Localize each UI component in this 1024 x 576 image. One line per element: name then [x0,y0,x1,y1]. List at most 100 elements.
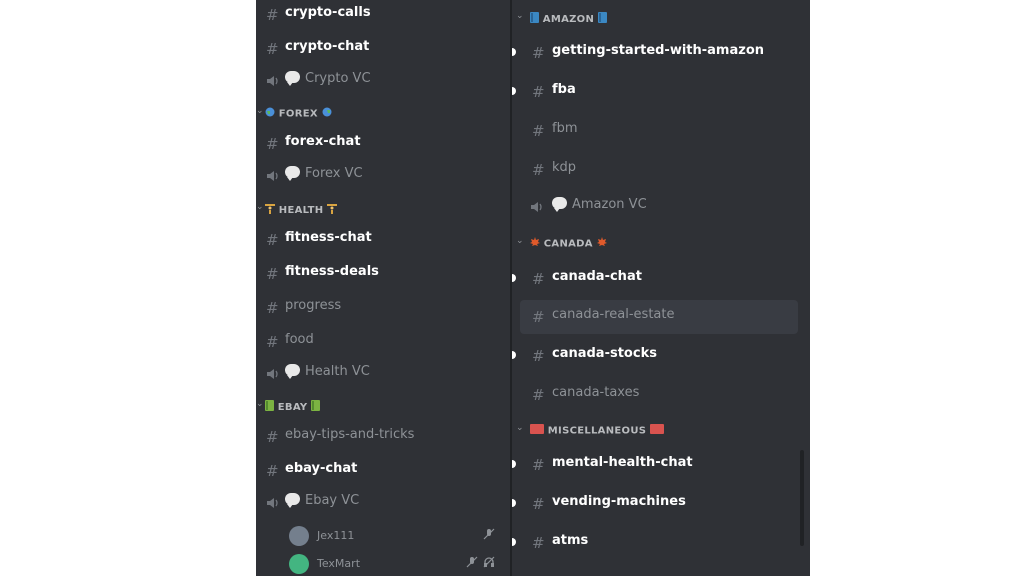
category-amazon[interactable]: ⌄ AMAZON [512,11,810,27]
category-label: FOREX [265,107,332,120]
channel-name: Crypto VC [285,71,371,86]
speaker-icon [530,199,546,218]
category-label: HEALTH [265,203,338,217]
voice-channel-amazon-vc[interactable]: Amazon VC [512,192,810,220]
scrollbar[interactable] [800,450,804,546]
channel-canada-chat[interactable]: # canada-chat [512,264,810,292]
blue-book-icon [597,12,607,26]
category-canada[interactable]: ⌄ CANADA [512,236,810,252]
channel-forex-chat[interactable]: # forex-chat [256,129,511,157]
user-name: TexMart [317,557,361,570]
channel-crypto-chat[interactable]: # crypto-chat [256,34,511,62]
channel-name: canada-chat [552,269,642,284]
voice-channel-label: Health VC [305,364,370,379]
unread-indicator [512,538,516,546]
channel-name: atms [552,533,589,548]
channel-atms[interactable]: # atms [512,528,810,556]
channel-kdp[interactable]: # kdp [512,155,810,183]
channel-name: crypto-chat [285,39,370,54]
channel-canada-taxes[interactable]: # canada-taxes [512,380,810,408]
muted-mic-icon [466,556,478,571]
voice-channel-health-vc[interactable]: Health VC [256,359,511,387]
category-health[interactable]: ⌄ HEALTH [256,202,511,218]
avatar [289,554,309,574]
speaker-icon [266,495,282,514]
channel-name: vending-machines [552,494,686,509]
channel-fbm[interactable]: # fbm [512,116,810,144]
speech-bubble-icon [285,364,300,379]
text-channel-icon: # [532,83,545,101]
text-channel-icon: # [532,270,545,288]
voice-channel-forex-vc[interactable]: Forex VC [256,161,511,189]
channel-fba[interactable]: # fba [512,77,810,105]
voice-channel-label: Amazon VC [572,197,647,212]
channel-list-right: ⌄ AMAZON # getting-started-with-amazon #… [512,0,810,576]
text-channel-icon: # [266,6,279,24]
text-channel-icon: # [532,456,545,474]
channel-name: canada-taxes [552,385,640,400]
unread-indicator [512,460,516,468]
voice-channel-ebay-vc[interactable]: Ebay VC [256,488,511,516]
speaker-icon [266,73,282,92]
channel-food[interactable]: # food [256,327,511,355]
channel-fitness-chat[interactable]: # fitness-chat [256,225,511,253]
text-channel-icon: # [532,44,545,62]
blue-book-icon [530,12,539,26]
unread-indicator [512,351,516,359]
channel-progress[interactable]: # progress [256,293,511,321]
text-channel-icon: # [532,534,545,552]
maple-leaf-icon [596,237,607,250]
voice-user[interactable]: TexMart [256,552,511,576]
channel-name: crypto-calls [285,5,371,20]
channel-name: progress [285,298,342,313]
speech-bubble-icon [285,71,300,86]
category-name: HEALTH [278,205,324,216]
text-channel-icon: # [266,428,279,446]
channel-mental-health-chat[interactable]: # mental-health-chat [512,450,810,478]
green-book-icon [265,400,274,414]
weightlifter-icon [327,203,338,217]
globe-icon [265,107,275,120]
category-forex[interactable]: ⌄ FOREX [256,106,511,122]
unread-indicator [512,87,516,95]
chevron-down-icon: ⌄ [516,236,524,246]
text-channel-icon: # [532,308,545,326]
channel-fitness-deals[interactable]: # fitness-deals [256,259,511,287]
text-channel-icon: # [532,386,545,404]
maple-leaf-icon [530,237,540,250]
text-channel-icon: # [532,347,545,365]
voice-channel-crypto-vc[interactable]: Crypto VC [256,66,511,94]
category-name: AMAZON [542,14,595,25]
category-label: AMAZON [530,12,607,26]
channel-crypto-calls[interactable]: # crypto-calls [256,0,511,28]
channel-name: fitness-chat [285,230,372,245]
text-channel-icon: # [532,495,545,513]
channel-ebay-tips-and-tricks[interactable]: # ebay-tips-and-tricks [256,422,511,450]
speaker-icon [266,366,282,385]
voice-user[interactable]: Jex111 [256,524,511,548]
voice-channel-label: Crypto VC [305,71,371,86]
channel-getting-started-with-amazon[interactable]: # getting-started-with-amazon [512,38,810,66]
category-miscellaneous[interactable]: ⌄ MISCELLANEOUS [512,423,810,439]
channel-name: fba [552,82,576,97]
text-channel-icon: # [266,299,279,317]
channel-vending-machines[interactable]: # vending-machines [512,489,810,517]
category-name: CANADA [543,238,593,250]
category-ebay[interactable]: ⌄ EBAY [256,399,511,415]
text-channel-icon: # [266,462,279,480]
channel-canada-real-estate[interactable]: # canada-real-estate [512,300,810,334]
red-box-icon [530,424,544,437]
category-name: MISCELLANEOUS [547,425,647,437]
category-name: EBAY [277,402,308,413]
channel-name: food [285,332,314,347]
channel-name: mental-health-chat [552,455,693,470]
chevron-down-icon: ⌄ [516,423,524,433]
channel-canada-stocks[interactable]: # canada-stocks [512,341,810,369]
channel-name: fitness-deals [285,264,379,279]
speech-bubble-icon [285,493,300,508]
category-label: CANADA [530,237,607,250]
text-channel-icon: # [266,333,279,351]
category-label: MISCELLANEOUS [530,424,665,437]
green-book-icon [311,400,321,414]
channel-ebay-chat[interactable]: # ebay-chat [256,456,511,484]
